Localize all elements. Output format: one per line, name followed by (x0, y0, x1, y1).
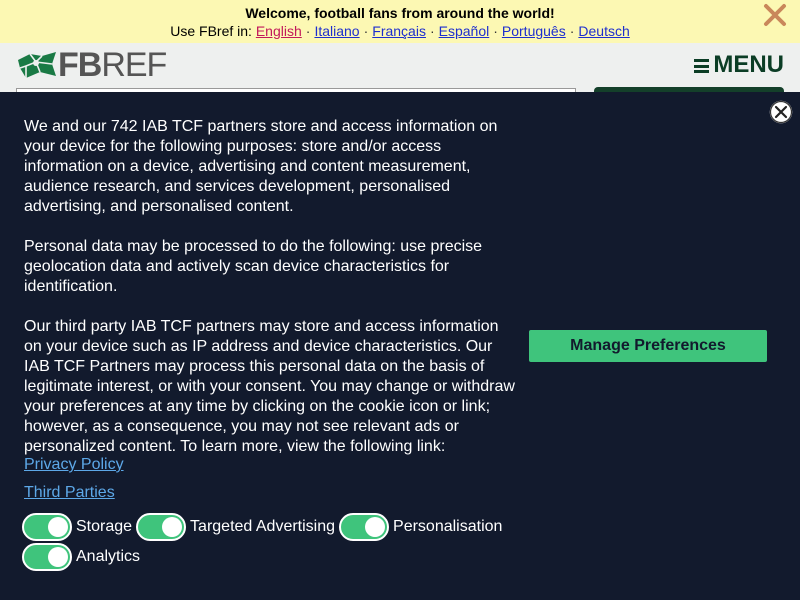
language-link-francais[interactable]: Français (372, 23, 426, 39)
storage-toggle-switch[interactable] (22, 513, 72, 541)
logo-text-bold: FB (58, 46, 102, 84)
language-link-portugues[interactable]: Português (502, 23, 566, 39)
toggle-analytics: Analytics (22, 543, 140, 571)
toggle-knob (162, 517, 183, 537)
toggle-row: Analytics (22, 542, 522, 572)
language-link-deutsch[interactable]: Deutsch (578, 23, 629, 39)
logo-text: FBREF (58, 46, 167, 84)
separator: · (569, 23, 575, 39)
toggle-row: Storage Targeted Advertising Personalisa… (22, 512, 522, 542)
language-selector: Use FBref in: English · Italiano · Français ·… (0, 23, 800, 39)
menu-button[interactable]: MENU (694, 51, 784, 79)
close-circle-icon[interactable] (767, 98, 795, 126)
consent-paragraph: Personal data may be processed to do the… (24, 238, 483, 295)
separator: · (363, 23, 369, 39)
consent-toggles: Storage Targeted Advertising Personalisa… (22, 512, 522, 572)
analytics-toggle-switch[interactable] (22, 543, 72, 571)
consent-dialog: We and our 742 IAB TCF partners store an… (0, 92, 800, 600)
toggle-knob (365, 517, 386, 537)
consent-text: We and our 742 IAB TCF partners store an… (24, 117, 519, 457)
ball-logo-icon (18, 52, 56, 78)
consent-paragraph: Our third party IAB TCF partners may sto… (24, 318, 515, 455)
language-prefix: Use FBref in: (170, 23, 252, 39)
separator: · (493, 23, 498, 39)
fbref-logo[interactable]: FBREF (16, 46, 167, 84)
separator: · (305, 23, 311, 39)
toggle-label: Storage (76, 518, 133, 535)
menu-label: MENU (713, 51, 784, 78)
banner-title: Welcome, football fans from around the w… (245, 5, 555, 21)
toggle-targeted-advertising: Targeted Advertising (136, 513, 335, 541)
toggle-storage: Storage (22, 513, 132, 541)
toggle-label: Personalisation (393, 518, 503, 535)
privacy-policy-link[interactable]: Privacy Policy (24, 456, 124, 474)
language-link-english[interactable]: English (256, 23, 302, 39)
separator: · (429, 23, 435, 39)
toggle-knob (48, 517, 68, 537)
targeted-advertising-toggle-switch[interactable] (136, 513, 187, 541)
hamburger-icon (694, 59, 710, 73)
close-x-icon[interactable] (762, 2, 788, 28)
welcome-banner: Welcome, football fans from around the w… (0, 0, 800, 43)
language-link-italiano[interactable]: Italiano (314, 23, 359, 39)
consent-paragraph: We and our 742 IAB TCF partners store an… (24, 118, 498, 215)
language-link-espanol[interactable]: Español (439, 23, 490, 39)
toggle-personalisation: Personalisation (339, 513, 502, 541)
toggle-knob (48, 547, 68, 567)
site-header: FBREF MENU (0, 43, 800, 90)
third-parties-link[interactable]: Third Parties (24, 484, 115, 502)
toggle-label: Targeted Advertising (190, 518, 336, 535)
personalisation-toggle-switch[interactable] (339, 513, 390, 541)
manage-preferences-button[interactable]: Manage Preferences (529, 330, 767, 362)
toggle-label: Analytics (76, 548, 141, 565)
logo-text-regular: REF (101, 46, 167, 84)
